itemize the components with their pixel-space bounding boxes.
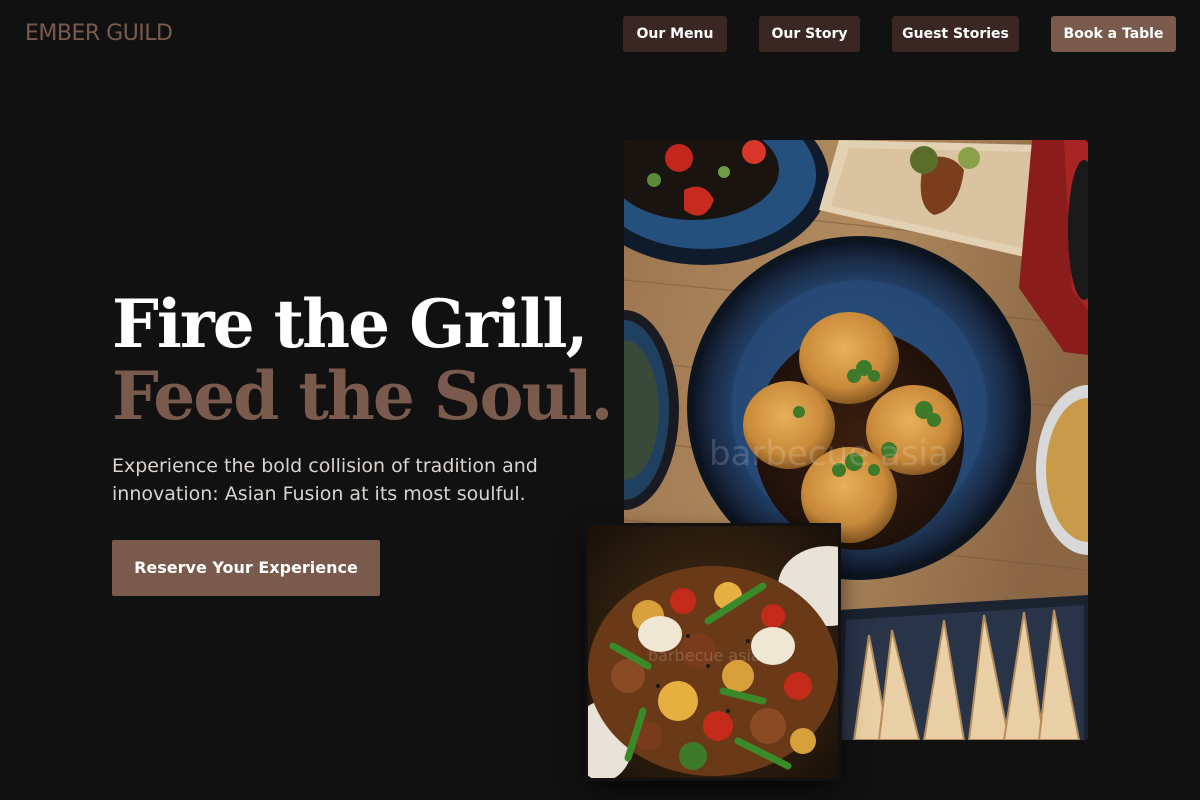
hero-title-line-2: Feed the Soul.: [112, 357, 614, 435]
landing-page: EMBER GUILD Our Menu Our Story Guest Sto…: [0, 0, 1200, 800]
hero-title-line-1: Fire the Grill,: [112, 285, 588, 363]
hero-subtitle: Experience the bold collision of traditi…: [112, 455, 538, 505]
nav-guest-stories-button[interactable]: Guest Stories: [892, 16, 1019, 52]
reserve-experience-button[interactable]: Reserve Your Experience: [112, 540, 380, 596]
stir-fry-photo: barbecue asia: [588, 526, 838, 778]
book-a-table-button[interactable]: Book a Table: [1051, 16, 1176, 52]
photo-watermark: barbecue asia: [709, 434, 949, 474]
photo-watermark-small: barbecue asia: [648, 646, 761, 665]
nav-our-story-button[interactable]: Our Story: [759, 16, 860, 52]
nav-our-menu-button[interactable]: Our Menu: [623, 16, 727, 52]
brand-logo[interactable]: EMBER GUILD: [25, 20, 173, 48]
stir-fry-illustration: barbecue asia: [588, 526, 838, 778]
